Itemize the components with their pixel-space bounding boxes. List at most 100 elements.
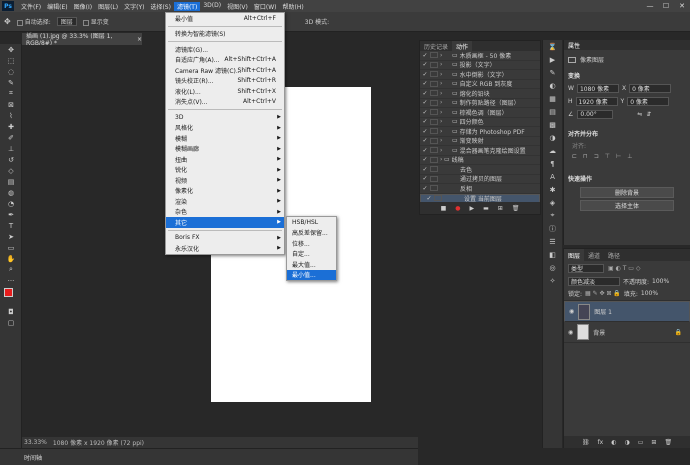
brush-panel-icon[interactable]: ✎	[543, 66, 562, 79]
brush-tool-icon[interactable]: ✐	[0, 132, 22, 143]
dialog-toggle-box[interactable]	[430, 166, 438, 173]
dialog-toggle-box[interactable]	[430, 118, 438, 125]
action-toggle-icon[interactable]: ✓	[420, 137, 430, 144]
action-row[interactable]: ✓ › ▭ 存储为 Photoshop PDF	[420, 127, 540, 137]
filter-menu-item[interactable]: 锐化 ▶	[166, 165, 284, 176]
align-top-icon[interactable]: ⊤	[605, 153, 610, 160]
mask-icon[interactable]: ◐	[611, 439, 616, 446]
filter-menu-item[interactable]: 镜头校正(R)... Shift+Ctrl+R	[166, 76, 284, 87]
remove-background-button[interactable]: 删除背景	[580, 187, 674, 198]
dialog-toggle-box[interactable]	[430, 156, 438, 163]
info-panel-icon[interactable]: ⓘ	[543, 222, 562, 235]
action-toggle-icon[interactable]: ✓	[420, 90, 430, 97]
filter-menu-item[interactable]: 自适应广角(A)... Alt+Shift+Ctrl+A	[166, 55, 284, 66]
patterns-panel-icon[interactable]: ▩	[543, 118, 562, 131]
hand-tool-icon[interactable]: ✋	[0, 253, 22, 264]
expand-chevron-icon[interactable]: ›	[440, 109, 452, 116]
width-input[interactable]: 1080 像素	[576, 84, 619, 93]
menu-item[interactable]: 帮助(H)	[280, 2, 307, 11]
marquee-tool-icon[interactable]: ⬚	[0, 55, 22, 66]
expand-chevron-icon[interactable]: ›	[440, 147, 452, 154]
dialog-toggle-box[interactable]	[430, 71, 438, 78]
blur-tool-icon[interactable]: ◍	[0, 187, 22, 198]
align-bottom-icon[interactable]: ⊥	[627, 153, 632, 160]
action-row[interactable]: ✓ › ▭ 自定义 RGB 到灰度	[420, 80, 540, 89]
layer-row[interactable]: ◉ 图层 1	[564, 301, 690, 322]
menu-item[interactable]: 图像(I)	[71, 2, 95, 11]
lock-icons[interactable]: ▦ ✎ ✥ ⊠ 🔒	[585, 290, 621, 297]
filter-menu-item[interactable]: 渲染 ▶	[166, 196, 284, 207]
path-select-tool-icon[interactable]: ➤	[0, 231, 22, 242]
dialog-toggle-box[interactable]	[430, 99, 438, 106]
pen-tool-icon[interactable]: ✒	[0, 209, 22, 220]
action-toggle-icon[interactable]: ✓	[420, 109, 430, 116]
action-toggle-icon[interactable]: ✓	[420, 175, 430, 182]
delete-icon[interactable]: 🗑	[512, 205, 520, 212]
expand-chevron-icon[interactable]: ›	[440, 137, 452, 144]
adjustments-panel-icon[interactable]: ◑	[543, 131, 562, 144]
layers-panel-icon[interactable]: ◧	[543, 248, 562, 261]
new-layer-icon[interactable]: ⊞	[651, 439, 656, 446]
paths-panel-icon[interactable]: ✧	[543, 274, 562, 287]
action-toggle-icon[interactable]: ✓	[424, 195, 434, 202]
flip-horizontal-icon[interactable]: ⇋	[637, 111, 642, 118]
visibility-eye-icon[interactable]: ◉	[568, 329, 573, 336]
action-toggle-icon[interactable]: ✓	[420, 61, 430, 68]
other-submenu-item[interactable]: 高反差保留...	[287, 228, 336, 239]
expand-chevron-icon[interactable]: ›	[440, 128, 452, 135]
angle-input[interactable]: 0.00°	[577, 110, 614, 119]
zoom-tool-icon[interactable]: ⌕	[0, 264, 22, 275]
menu-item[interactable]: 文件(F)	[18, 2, 44, 11]
filter-menu-item[interactable]: 永乐汉化 ▶	[166, 243, 284, 254]
navigator-panel-icon[interactable]: ⌖	[543, 209, 562, 222]
tab-history[interactable]: 历史记录	[420, 41, 452, 51]
dialog-toggle-box[interactable]	[430, 175, 438, 182]
action-row[interactable]: ✓ › ▭ 熔化的铅块	[420, 89, 540, 99]
action-toggle-icon[interactable]: ✓	[420, 118, 430, 125]
align-center-icon[interactable]: ⊓	[583, 153, 588, 160]
tab-layers[interactable]: 图层	[564, 249, 585, 261]
filter-menu-item[interactable]: 扭曲 ▶	[166, 154, 284, 165]
layer-filter-select[interactable]: 类型	[568, 264, 604, 273]
healing-tool-icon[interactable]: ✚	[0, 121, 22, 132]
record-icon[interactable]: ●	[455, 205, 460, 212]
action-toggle-icon[interactable]: ✓	[420, 185, 430, 192]
expand-chevron-icon[interactable]: ›	[440, 52, 452, 59]
dialog-toggle-box[interactable]	[430, 80, 438, 87]
dialog-toggle-box[interactable]	[434, 195, 442, 202]
action-toggle-icon[interactable]: ✓	[420, 99, 430, 106]
layer-name[interactable]: 背景	[593, 328, 605, 337]
zoom-level[interactable]: 33.33%	[24, 439, 47, 446]
dialog-toggle-box[interactable]	[430, 147, 438, 154]
expand-chevron-icon[interactable]: ›	[440, 118, 452, 125]
more-tools-icon[interactable]: ···	[0, 275, 22, 286]
history-panel-icon[interactable]: ⌛	[543, 40, 562, 53]
menu-item[interactable]: 视图(V)	[224, 2, 251, 11]
character-panel-icon[interactable]: A	[543, 170, 562, 183]
color-swatches[interactable]	[0, 286, 21, 306]
group-icon[interactable]: ▭	[638, 439, 644, 446]
dialog-toggle-box[interactable]	[430, 185, 438, 192]
action-row[interactable]: ✓ › ▭ 投影（文字）	[420, 61, 540, 70]
channels-panel-icon[interactable]: ◎	[543, 261, 562, 274]
filter-menu-item[interactable]: 模糊画廊 ▶	[166, 144, 284, 155]
move-tool-icon[interactable]: ✥	[4, 17, 11, 26]
glyphs-panel-icon[interactable]: ✱	[543, 183, 562, 196]
quick-select-tool-icon[interactable]: ✎	[0, 77, 22, 88]
close-icon[interactable]: ✕	[674, 0, 690, 12]
eyedropper-tool-icon[interactable]: ⌇	[0, 110, 22, 121]
action-toggle-icon[interactable]: ✓	[420, 71, 430, 78]
paragraph-panel-icon[interactable]: ¶	[543, 157, 562, 170]
menu-item[interactable]: 编辑(E)	[44, 2, 70, 11]
auto-select-checkbox[interactable]: 自动选择:	[16, 17, 51, 26]
expand-chevron-icon[interactable]: ›	[440, 99, 452, 106]
maximize-icon[interactable]: ☐	[658, 0, 674, 12]
dialog-toggle-box[interactable]	[430, 61, 438, 68]
quick-mask-icon[interactable]: ◘	[0, 306, 22, 317]
move-tool-icon[interactable]: ✥	[0, 44, 22, 55]
swatches-panel-icon[interactable]: ▦	[543, 92, 562, 105]
menu-item[interactable]: 选择(S)	[147, 2, 174, 11]
actions-panel-icon[interactable]: ▶	[543, 53, 562, 66]
filter-menu-item[interactable]: 3D ▶	[166, 112, 284, 123]
screen-mode-icon[interactable]: ▢	[0, 317, 22, 328]
